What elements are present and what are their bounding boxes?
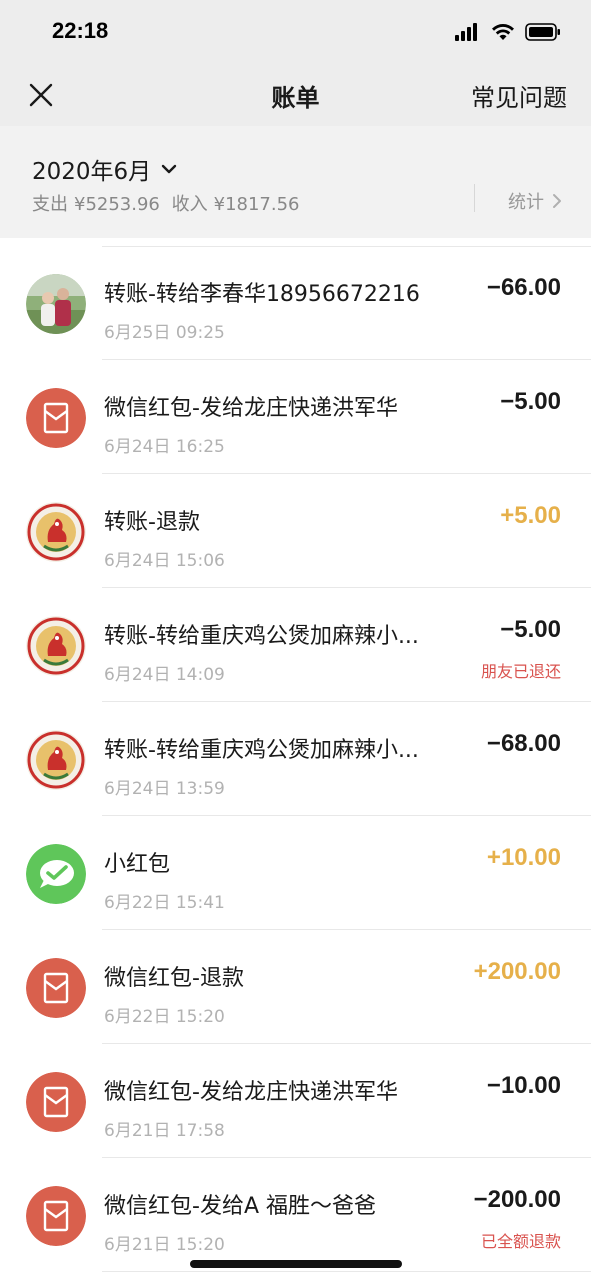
transaction-row[interactable]: 微信红包-发给龙庄快递洪军华 6月24日 16:25 −5.00	[0, 360, 591, 474]
expense-value: ¥5253.96	[74, 194, 160, 215]
transaction-amount: −10.00	[486, 1072, 561, 1099]
transaction-time: 6月24日 14:09	[104, 665, 225, 685]
faq-button[interactable]: 常见问题	[471, 78, 567, 113]
status-bar: 22:18	[0, 0, 591, 64]
stats-label: 统计	[508, 192, 544, 213]
transaction-title: 微信红包-发给A 福胜～爸爸	[104, 1194, 376, 1219]
status-time: 22:18	[52, 18, 109, 43]
transaction-row[interactable]: 小红包 6月22日 15:41 +10.00	[0, 816, 591, 930]
transaction-title: 微信红包-退款	[104, 966, 244, 991]
stats-button[interactable]: 统计	[508, 188, 564, 214]
red-packet-icon	[26, 1186, 86, 1246]
transaction-title: 转账-转给重庆鸡公煲加麻辣小...	[104, 624, 419, 649]
transaction-title: 转账-转给李春华18956672216	[104, 282, 420, 307]
avatar	[26, 502, 86, 562]
income-value: ¥1817.56	[213, 194, 300, 215]
transaction-row[interactable]: 微信红包-发给龙庄快递洪军华 6月21日 17:58 −10.00	[0, 1044, 591, 1158]
transaction-time: 6月22日 15:41	[104, 893, 225, 913]
chicken-logo-icon	[26, 616, 86, 676]
wechat-icon	[26, 844, 86, 904]
battery-icon	[525, 23, 560, 41]
home-indicator	[190, 1260, 402, 1268]
chevron-right-icon	[553, 194, 561, 208]
chicken-logo-icon	[26, 502, 86, 562]
transaction-row[interactable]: 微信红包-退款 6月22日 15:20 +200.00	[0, 930, 591, 1044]
avatar	[26, 1186, 86, 1246]
filter-bar: 2020年6月 支出 ¥5253.96 收入 ¥1817.56 统计	[0, 126, 591, 238]
red-packet-icon	[26, 958, 86, 1018]
avatar	[26, 730, 86, 790]
signal-icon	[455, 23, 477, 41]
income-label: 收入	[171, 194, 208, 215]
transaction-time: 6月21日 17:58	[104, 1121, 225, 1141]
transaction-title: 转账-转给重庆鸡公煲加麻辣小...	[104, 738, 419, 763]
transaction-time: 6月25日 09:25	[104, 323, 225, 343]
avatar	[26, 844, 86, 904]
avatar	[26, 616, 86, 676]
avatar	[26, 274, 86, 334]
transaction-amount: +10.00	[486, 844, 561, 871]
red-packet-icon	[26, 1072, 86, 1132]
avatar	[26, 958, 86, 1018]
transaction-time: 6月24日 13:59	[104, 779, 225, 799]
transaction-amount: +200.00	[473, 958, 561, 985]
month-selector[interactable]: 2020年6月	[32, 152, 177, 186]
chevron-down-icon	[161, 164, 177, 174]
transaction-row[interactable]: 转账-转给李春华18956672216 6月25日 09:25 −66.00	[0, 246, 591, 360]
transaction-row[interactable]: 转账-转给重庆鸡公煲加麻辣小... 6月24日 13:59 −68.00	[0, 702, 591, 816]
divider	[474, 184, 475, 212]
transaction-row[interactable]: 转账-转给重庆鸡公煲加麻辣小... 6月24日 14:09 −5.00 朋友已退还	[0, 588, 591, 702]
transaction-time: 6月22日 15:20	[104, 1007, 225, 1027]
transaction-amount: −5.00	[500, 388, 561, 415]
red-packet-icon	[26, 388, 86, 448]
avatar	[26, 388, 86, 448]
divider	[102, 1271, 591, 1272]
transaction-amount: −68.00	[486, 730, 561, 757]
transaction-time: 6月21日 15:20	[104, 1235, 225, 1255]
wifi-icon	[492, 24, 514, 40]
chicken-logo-icon	[26, 730, 86, 790]
transaction-amount: −200.00	[473, 1186, 561, 1213]
transaction-title: 微信红包-发给龙庄快递洪军华	[104, 396, 398, 421]
transaction-row[interactable]: 微信红包-发给A 福胜～爸爸 6月21日 15:20 −200.00 已全额退款	[0, 1158, 591, 1272]
status-icons	[455, 22, 561, 42]
refund-note: 朋友已退还	[480, 662, 561, 681]
month-label: 2020年6月	[32, 159, 152, 185]
transaction-time: 6月24日 16:25	[104, 437, 225, 457]
avatar	[26, 1072, 86, 1132]
transaction-title: 小红包	[104, 852, 171, 877]
transaction-row[interactable]: 转账-退款 6月24日 15:06 +5.00	[0, 474, 591, 588]
transaction-amount: +5.00	[500, 502, 561, 529]
nav-bar: 账单 常见问题	[0, 64, 591, 126]
transaction-title: 转账-退款	[104, 510, 200, 535]
transaction-amount: −66.00	[486, 274, 561, 301]
refund-note: 已全额退款	[480, 1232, 561, 1251]
transaction-amount: −5.00	[500, 616, 561, 643]
user-avatar-photo	[26, 274, 86, 334]
transaction-time: 6月24日 15:06	[104, 551, 225, 571]
expense-label: 支出	[32, 194, 68, 215]
transaction-title: 微信红包-发给龙庄快递洪军华	[104, 1080, 398, 1105]
summary: 支出 ¥5253.96 收入 ¥1817.56	[32, 190, 306, 216]
